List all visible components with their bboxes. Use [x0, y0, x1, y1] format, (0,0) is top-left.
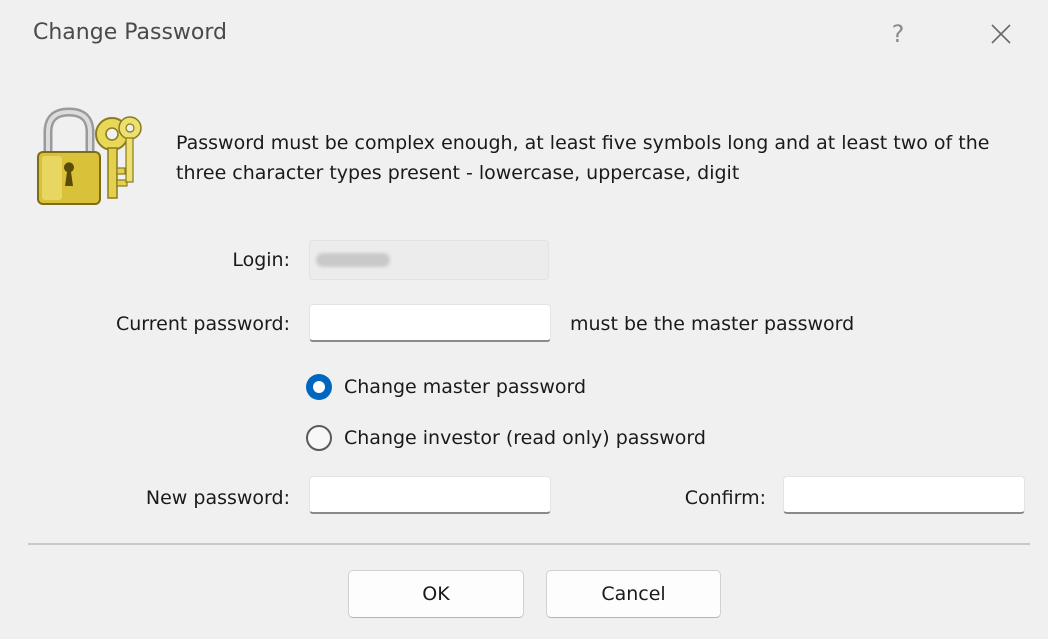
new-password-input[interactable] — [309, 476, 551, 514]
change-password-dialog: Change Password ? Password must be compl… — [0, 0, 1048, 639]
help-button[interactable]: ? — [876, 12, 920, 56]
lock-and-keys-icon — [37, 107, 142, 205]
confirm-password-input[interactable] — [783, 476, 1025, 514]
close-button[interactable] — [976, 12, 1026, 56]
current-password-label: Current password: — [115, 313, 290, 335]
login-value-redacted — [316, 253, 390, 267]
title-bar: Change Password ? — [0, 0, 1048, 76]
password-requirements-text: Password must be complex enough, at leas… — [176, 132, 990, 184]
radio-change-master-label: Change master password — [344, 376, 587, 398]
cancel-button[interactable]: Cancel — [546, 570, 721, 618]
close-icon — [991, 24, 1011, 44]
new-password-label: New password: — [145, 487, 290, 509]
current-password-input[interactable] — [309, 304, 551, 342]
ok-button[interactable]: OK — [348, 570, 524, 618]
dialog-title: Change Password — [33, 20, 227, 45]
separator — [28, 543, 1030, 545]
radio-button-checked[interactable] — [306, 374, 332, 400]
login-label: Login: — [232, 249, 290, 271]
radio-button-unchecked[interactable] — [306, 425, 332, 451]
radio-change-investor-label: Change investor (read only) password — [344, 427, 706, 449]
confirm-label: Confirm: — [684, 487, 766, 509]
current-password-hint: must be the master password — [570, 313, 855, 335]
login-field — [309, 240, 549, 280]
